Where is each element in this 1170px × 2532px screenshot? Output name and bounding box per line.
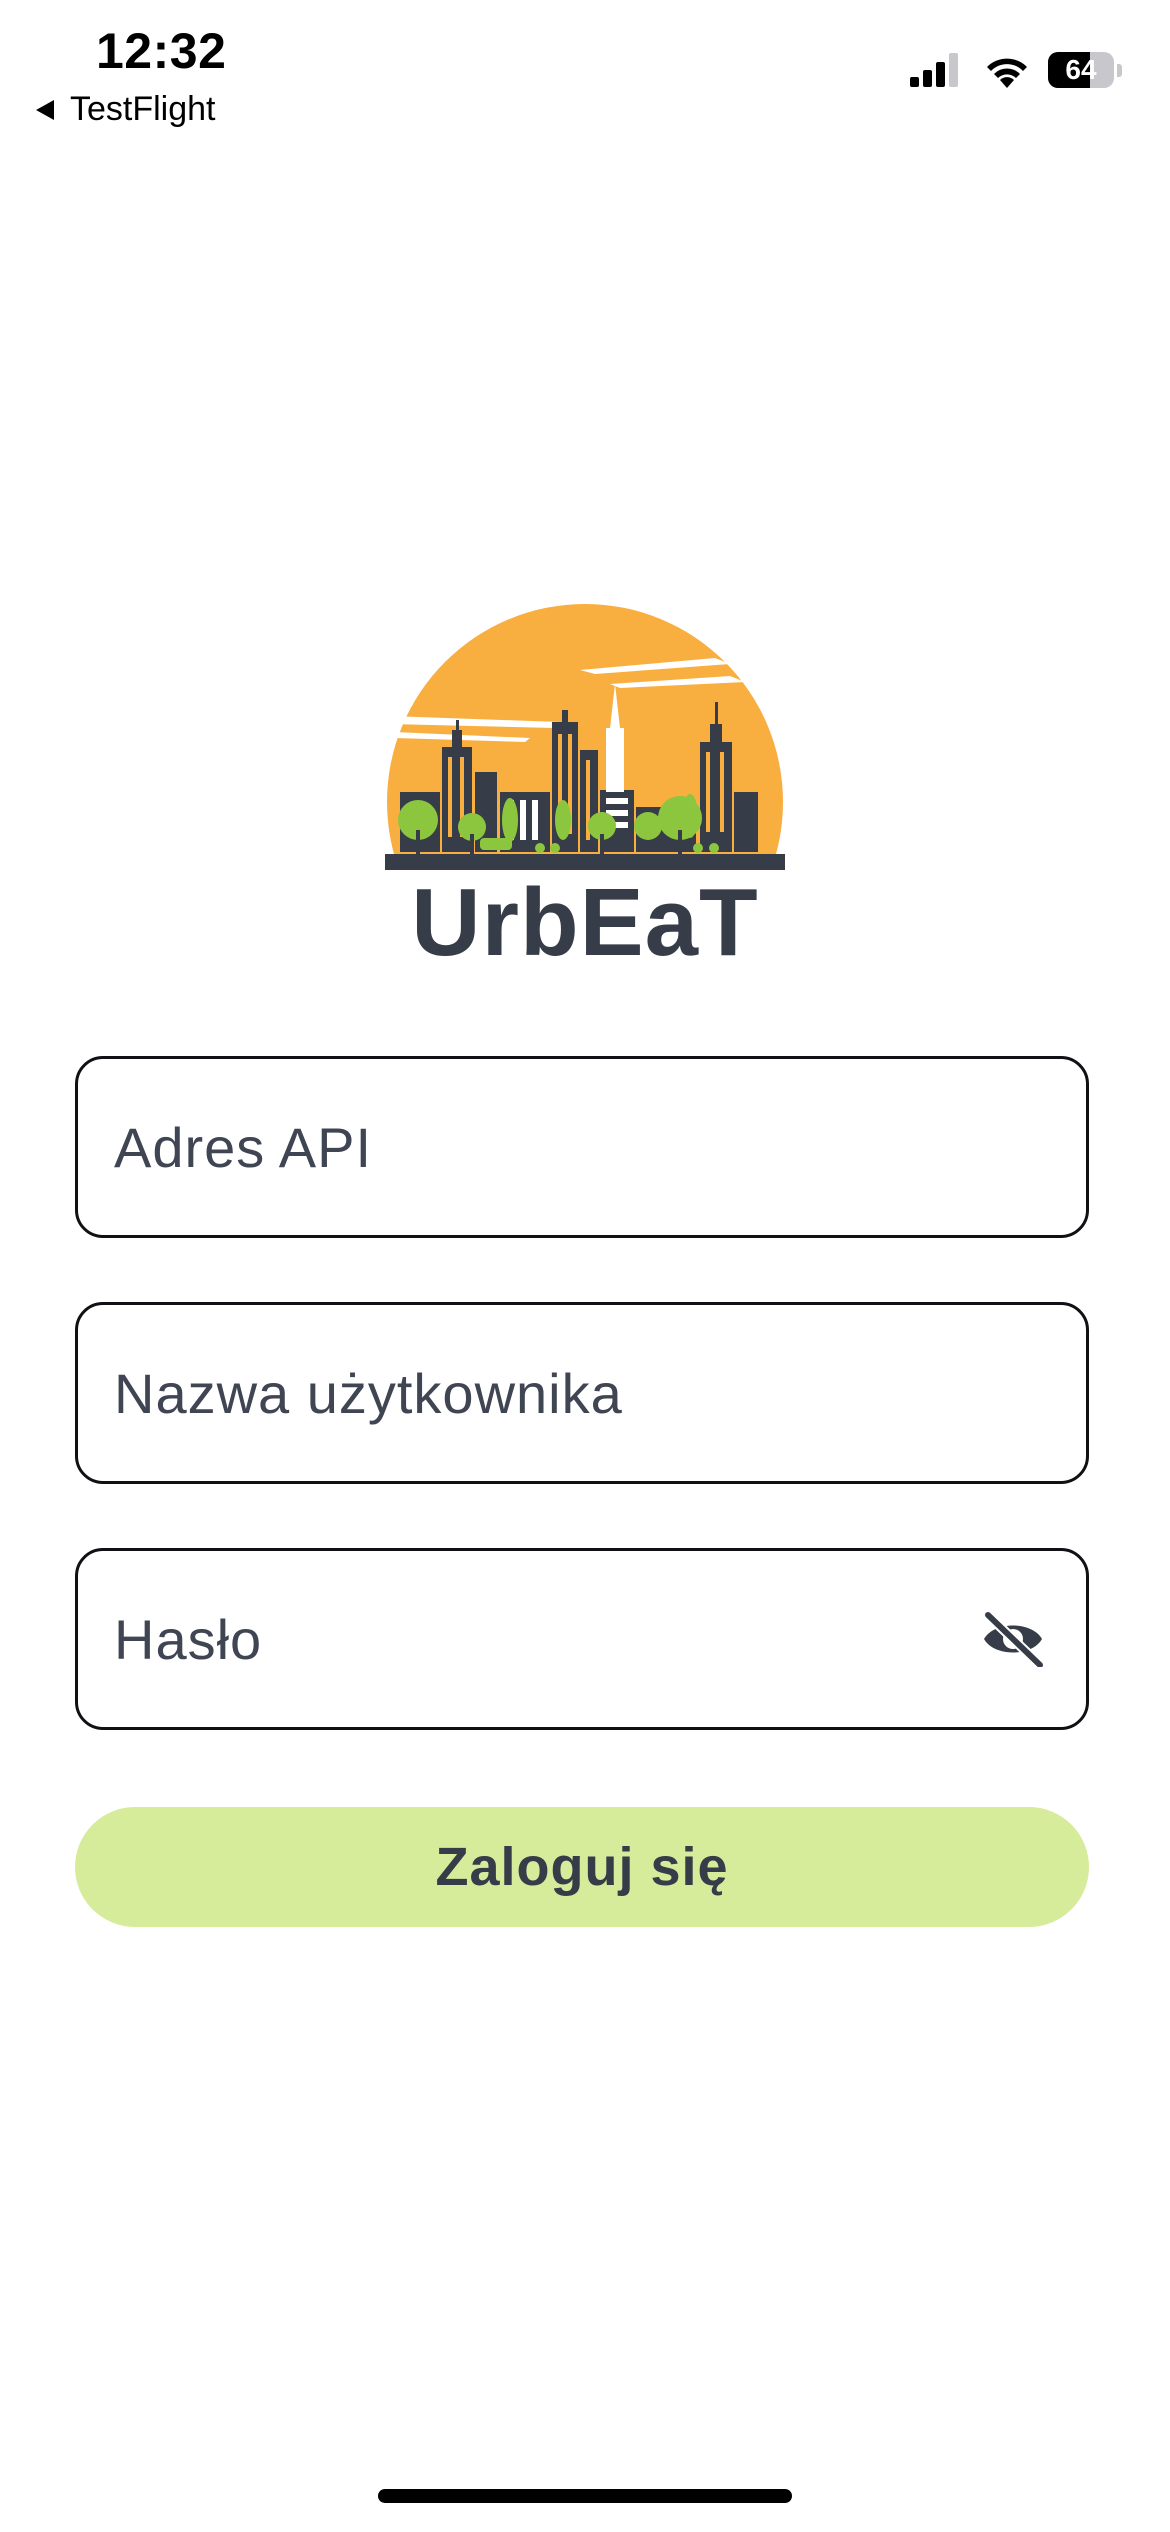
username-field[interactable] bbox=[75, 1302, 1089, 1484]
api-address-field[interactable] bbox=[75, 1056, 1089, 1238]
wifi-icon bbox=[987, 58, 1027, 88]
status-icons: 64 bbox=[910, 52, 1122, 88]
back-arrow-icon bbox=[36, 99, 54, 120]
back-to-app-link[interactable]: TestFlight bbox=[36, 90, 216, 129]
back-app-label: TestFlight bbox=[70, 90, 216, 128]
battery-icon: 64 bbox=[1048, 52, 1114, 88]
home-indicator[interactable] bbox=[378, 2489, 792, 2503]
password-visibility-toggle[interactable] bbox=[978, 1604, 1048, 1674]
api-address-input[interactable] bbox=[78, 1059, 1086, 1235]
login-button[interactable]: Zaloguj się bbox=[75, 1807, 1089, 1927]
eye-off-icon bbox=[983, 1611, 1045, 1667]
password-field[interactable] bbox=[75, 1548, 1089, 1730]
status-time: 12:32 bbox=[96, 23, 227, 79]
app-logo-text: UrbEaT bbox=[411, 869, 759, 976]
battery-level: 64 bbox=[1065, 54, 1097, 85]
battery-tip bbox=[1117, 63, 1122, 77]
password-input[interactable] bbox=[78, 1551, 1086, 1727]
urbeat-logo-icon bbox=[385, 604, 785, 870]
cellular-signal-icon bbox=[910, 53, 958, 87]
username-input[interactable] bbox=[78, 1305, 1086, 1481]
